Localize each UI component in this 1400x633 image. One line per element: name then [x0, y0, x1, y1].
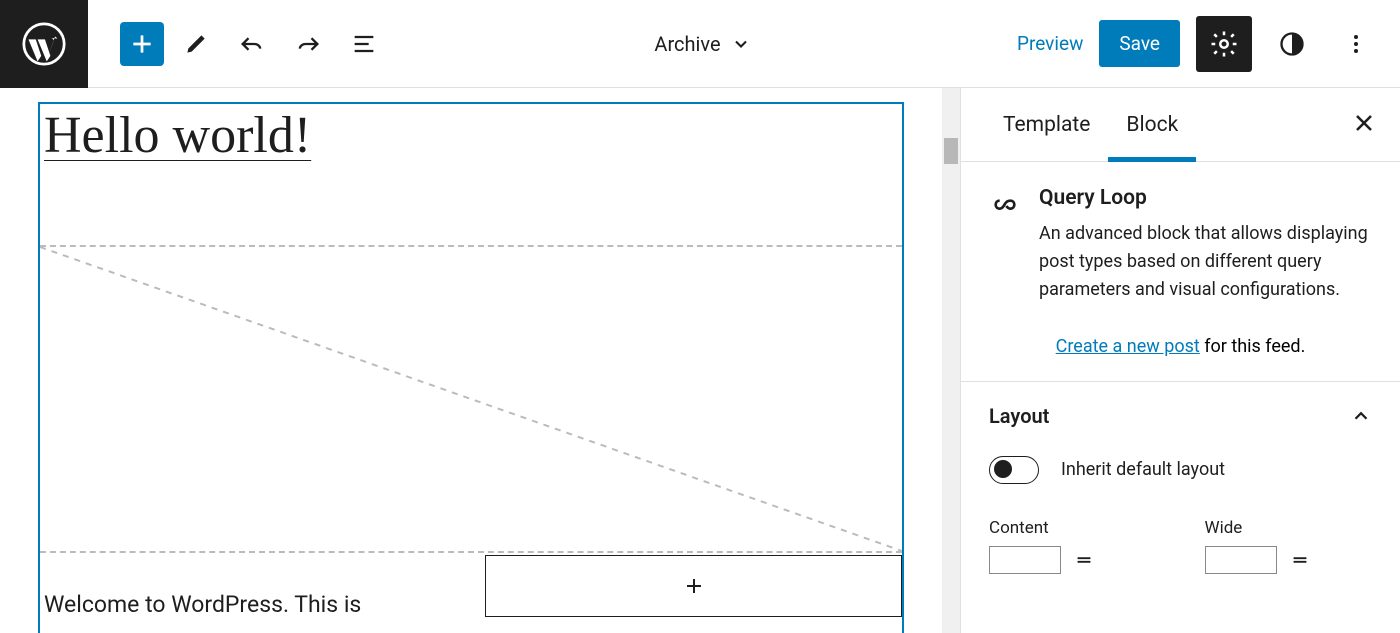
content-width-input[interactable] [989, 546, 1061, 574]
content-width-label: Content [989, 518, 1157, 538]
query-loop-block-selected[interactable]: Hello world! Welcome to WordPress. This … [38, 102, 904, 633]
block-info-text: Query Loop An advanced block that allows… [1039, 186, 1372, 304]
redo-icon [294, 30, 322, 58]
chevron-down-icon [731, 34, 751, 54]
block-description: An advanced block that allows displaying… [1039, 220, 1372, 304]
gear-icon [1209, 29, 1239, 59]
document-title-area[interactable]: Archive [388, 32, 1017, 56]
edit-tool-button[interactable] [172, 20, 220, 68]
unit-icon[interactable] [1289, 549, 1311, 571]
chevron-up-icon [1350, 405, 1372, 427]
feed-link-row: Create a new post for this feed. [989, 336, 1372, 357]
content-width-control: Content [989, 518, 1157, 574]
wide-width-input[interactable] [1205, 546, 1277, 574]
editor-header: Archive Preview Save [0, 0, 1400, 88]
redo-button[interactable] [284, 20, 332, 68]
scrollbar-thumb[interactable] [944, 138, 958, 164]
feed-suffix: for this feed. [1200, 336, 1306, 357]
post-excerpt-block[interactable]: Welcome to WordPress. This is [40, 553, 485, 618]
layout-header[interactable]: Layout [989, 404, 1372, 428]
undo-icon [238, 30, 266, 58]
toggle-knob [994, 460, 1012, 478]
contrast-icon [1278, 30, 1306, 58]
plus-icon [682, 574, 706, 598]
dots-vertical-icon [1344, 32, 1368, 56]
more-menu-button[interactable] [1332, 20, 1380, 68]
featured-image-placeholder[interactable] [40, 245, 902, 553]
toolbar-right: Preview Save [1017, 16, 1400, 72]
create-post-link[interactable]: Create a new post [1056, 336, 1200, 357]
toolbar-left [88, 20, 388, 68]
preview-button[interactable]: Preview [1017, 32, 1083, 55]
inherit-layout-row: Inherit default layout [989, 456, 1372, 484]
width-controls-row: Content Wide [989, 518, 1372, 574]
settings-sidebar: Template Block Query Loop An advanced bl… [960, 88, 1400, 633]
layout-panel: Layout Inherit default layout Content [961, 382, 1400, 574]
close-sidebar-button[interactable] [1352, 111, 1376, 139]
list-view-icon [350, 30, 378, 58]
wide-width-label: Wide [1205, 518, 1373, 538]
layout-title: Layout [989, 404, 1049, 428]
post-title-block[interactable]: Hello world! [40, 104, 902, 167]
save-button[interactable]: Save [1099, 20, 1180, 67]
canvas-scrollbar[interactable] [942, 88, 960, 633]
undo-button[interactable] [228, 20, 276, 68]
main-area: Hello world! Welcome to WordPress. This … [0, 88, 1400, 633]
plus-icon [129, 31, 155, 57]
block-header: Query Loop An advanced block that allows… [989, 186, 1372, 304]
wordpress-icon [22, 22, 66, 66]
block-info-panel: Query Loop An advanced block that allows… [961, 162, 1400, 382]
placeholder-diagonal-icon [40, 247, 902, 551]
settings-toggle-button[interactable] [1196, 16, 1252, 72]
inserter-toggle-button[interactable] [120, 22, 164, 66]
query-loop-icon [989, 186, 1021, 226]
block-appender-button[interactable] [485, 555, 902, 617]
inherit-layout-toggle[interactable] [989, 456, 1039, 484]
tab-block[interactable]: Block [1108, 88, 1196, 161]
styles-button[interactable] [1268, 20, 1316, 68]
close-icon [1352, 111, 1376, 135]
unit-icon[interactable] [1073, 549, 1095, 571]
inherit-layout-label: Inherit default layout [1061, 459, 1225, 480]
list-view-button[interactable] [340, 20, 388, 68]
below-image-row: Welcome to WordPress. This is [40, 553, 902, 618]
wide-width-control: Wide [1205, 518, 1373, 574]
pencil-icon [183, 31, 209, 57]
canvas-area: Hello world! Welcome to WordPress. This … [0, 88, 942, 633]
sidebar-tabs: Template Block [961, 88, 1400, 162]
block-name: Query Loop [1039, 186, 1372, 210]
wordpress-logo[interactable] [0, 0, 88, 88]
document-title: Archive [654, 32, 720, 56]
tab-template[interactable]: Template [985, 88, 1108, 161]
